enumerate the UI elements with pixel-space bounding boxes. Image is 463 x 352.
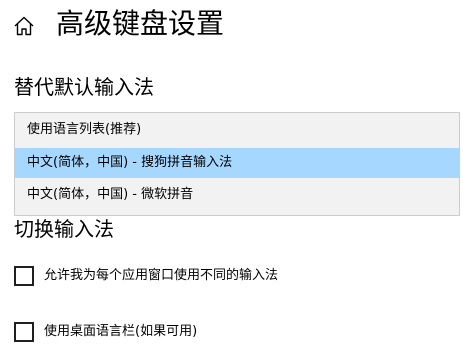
desktop-language-bar-label: 使用桌面语言栏(如果可用) — [44, 324, 198, 339]
default-input-dropdown-list[interactable]: 使用语言列表(推荐) 中文(简体，中国) - 搜狗拼音输入法 中文(简体，中国)… — [14, 112, 460, 216]
per-app-window-checkbox[interactable] — [14, 266, 34, 286]
per-app-window-label: 允许我为每个应用窗口使用不同的输入法 — [44, 268, 279, 283]
switch-input-heading: 切换输入法 — [14, 217, 114, 241]
page-header: 高级键盘设置 — [0, 0, 463, 48]
dropdown-option-language-list[interactable]: 使用语言列表(推荐) — [15, 115, 459, 145]
default-input-heading: 替代默认输入法 — [14, 75, 154, 99]
home-button[interactable] — [10, 12, 38, 40]
dropdown-option-microsoft-pinyin[interactable]: 中文(简体，中国) - 微软拼音 — [15, 180, 459, 210]
desktop-language-bar-checkbox[interactable] — [14, 322, 34, 342]
dropdown-option-sogou-pinyin[interactable]: 中文(简体，中国) - 搜狗拼音输入法 — [15, 148, 459, 178]
home-icon — [10, 12, 38, 40]
page-title: 高级键盘设置 — [56, 7, 225, 40]
